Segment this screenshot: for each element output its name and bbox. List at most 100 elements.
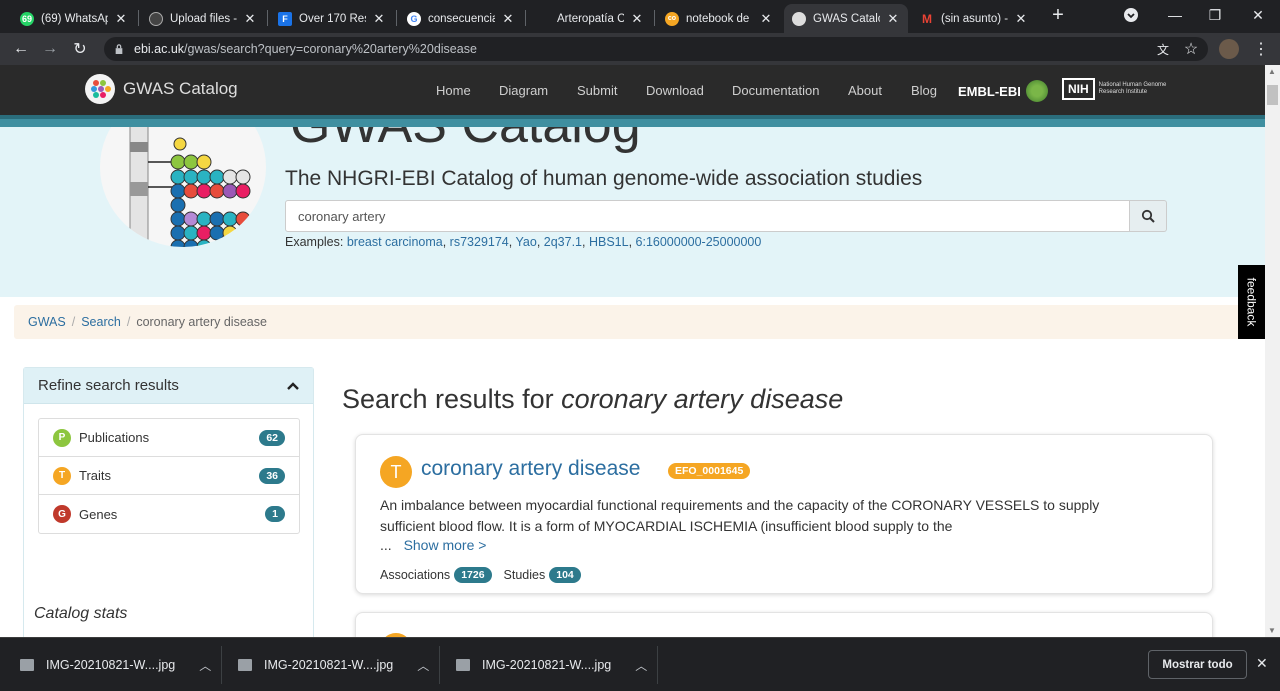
- show-more-row: ... Show more >: [380, 537, 486, 553]
- tab-arteropatia[interactable]: Arteropatía C ✕: [528, 4, 652, 33]
- search-button[interactable]: [1130, 200, 1167, 232]
- facet-label: Publications: [79, 430, 150, 445]
- image-file-icon: [20, 659, 34, 671]
- nav-blog[interactable]: Blog: [911, 83, 937, 98]
- nav-download[interactable]: Download: [646, 83, 704, 98]
- chevron-up-icon[interactable]: ︿: [417, 657, 429, 674]
- tab-colab[interactable]: co notebook de ✕: [657, 4, 781, 33]
- close-icon[interactable]: ✕: [630, 11, 644, 27]
- nih-logo: NIH: [1062, 78, 1095, 100]
- close-icon[interactable]: ✕: [886, 11, 900, 27]
- restore-icon[interactable]: ❐: [1195, 0, 1235, 30]
- download-filename: IMG-20210821-W....jpg: [46, 658, 176, 672]
- nav-documentation[interactable]: Documentation: [732, 83, 819, 98]
- facet-count: 36: [259, 467, 285, 484]
- download-item[interactable]: IMG-20210821-W....jpg ︿: [238, 638, 429, 691]
- search-input[interactable]: coronary artery: [285, 200, 1130, 232]
- facet-traits[interactable]: T Traits 36: [39, 457, 299, 495]
- back-icon[interactable]: ←: [10, 38, 32, 60]
- forward-icon[interactable]: →: [39, 38, 61, 60]
- gwas-diagram-logo-icon: [100, 127, 266, 247]
- embl-ebi-link[interactable]: EMBL-EBI: [958, 80, 1048, 102]
- example-link[interactable]: breast carcinoma: [347, 235, 443, 249]
- download-item[interactable]: IMG-20210821-W....jpg ︿: [456, 638, 647, 691]
- chevron-up-icon[interactable]: ︿: [635, 657, 647, 674]
- minimize-icon[interactable]: —: [1155, 0, 1195, 30]
- close-icon[interactable]: ✕: [243, 11, 257, 27]
- nih-institute-name: National Human Genome Research Institute: [1098, 82, 1167, 95]
- image-file-icon: [456, 659, 470, 671]
- nav-submit[interactable]: Submit: [577, 83, 617, 98]
- brand-link[interactable]: GWAS Catalog: [85, 74, 238, 104]
- search-form: coronary artery: [285, 200, 1167, 232]
- efo-id-badge[interactable]: EFO_0001645: [668, 463, 751, 479]
- tab-title: (sin asunto) -: [941, 12, 1008, 25]
- bookmark-star-icon[interactable]: ☆: [1180, 38, 1202, 60]
- nih-link[interactable]: NIH National Human Genome Research Insti…: [1062, 78, 1179, 100]
- show-all-button[interactable]: Mostrar todo: [1148, 650, 1247, 679]
- scroll-thumb[interactable]: [1267, 85, 1278, 105]
- download-item[interactable]: IMG-20210821-W....jpg ︿: [20, 638, 211, 691]
- window-close-icon[interactable]: ✕: [1238, 0, 1278, 30]
- show-more-link[interactable]: Show more >: [404, 537, 487, 553]
- example-link[interactable]: 6:16000000-25000000: [636, 235, 762, 249]
- tab-github[interactable]: Upload files - ✕: [141, 4, 265, 33]
- hero-big-title: GWAS Catalog: [290, 127, 641, 155]
- close-icon[interactable]: ✕: [1256, 655, 1268, 672]
- chevron-up-icon[interactable]: [287, 381, 299, 390]
- example-link[interactable]: HBS1L: [589, 235, 629, 249]
- url-field[interactable]: ebi.ac.uk /gwas/search?query=coronary%20…: [104, 37, 1208, 61]
- example-link[interactable]: Yao: [515, 235, 536, 249]
- refine-panel-header[interactable]: Refine search results: [24, 368, 313, 404]
- studies-count[interactable]: 104: [549, 567, 581, 583]
- trait-badge-icon: T: [53, 466, 71, 485]
- gmail-icon: M: [922, 11, 932, 26]
- nav-diagram[interactable]: Diagram: [499, 83, 548, 98]
- lock-icon: [115, 44, 123, 54]
- feedback-tab[interactable]: feedback: [1238, 265, 1265, 339]
- catalog-stats-title: Catalog stats: [34, 605, 128, 622]
- page-icon: [536, 12, 550, 26]
- facet-label: Genes: [79, 506, 118, 522]
- page-scrollbar[interactable]: ▲ ▼: [1265, 65, 1280, 637]
- colab-icon: co: [665, 11, 679, 26]
- new-tab-button[interactable]: +: [1038, 0, 1078, 30]
- tab-gwas-catalog[interactable]: GWAS Catalo ✕: [784, 4, 908, 33]
- associations-count[interactable]: 1726: [454, 567, 492, 583]
- reload-icon[interactable]: ↻: [69, 38, 91, 60]
- facet-genes[interactable]: G Genes 1: [39, 495, 299, 533]
- close-icon[interactable]: ✕: [1014, 11, 1028, 27]
- profile-avatar[interactable]: [1218, 38, 1240, 60]
- example-link[interactable]: rs7329174: [450, 235, 509, 249]
- gene-badge-icon: G: [53, 505, 71, 523]
- example-link[interactable]: 2q37.1: [544, 235, 582, 249]
- close-icon[interactable]: ✕: [501, 11, 515, 27]
- close-icon[interactable]: ✕: [759, 11, 773, 27]
- tab-whatsapp[interactable]: 69 (69) WhatsAp ✕: [12, 4, 136, 33]
- screen: 69 (69) WhatsAp ✕ Upload files - ✕ F Ove…: [0, 0, 1280, 691]
- scroll-up-icon[interactable]: ▲: [1268, 67, 1276, 76]
- chevron-up-icon[interactable]: ︿: [199, 657, 211, 674]
- google-icon: G: [407, 11, 421, 26]
- tab-forms[interactable]: F Over 170 Resp ✕: [270, 4, 394, 33]
- tab-title: (69) WhatsAp: [41, 12, 108, 25]
- tab-search-icon[interactable]: [1111, 0, 1151, 30]
- close-icon[interactable]: ✕: [372, 11, 386, 27]
- facet-publications[interactable]: P Publications 62: [39, 419, 299, 457]
- brand-name: GWAS Catalog: [123, 79, 238, 98]
- breadcrumb-gwas[interactable]: GWAS: [28, 315, 66, 329]
- tab-title: notebook de: [686, 12, 750, 25]
- tab-title: GWAS Catalo: [813, 12, 880, 25]
- nav-about[interactable]: About: [848, 83, 882, 98]
- result-title-link[interactable]: coronary artery disease: [421, 457, 640, 481]
- breadcrumb-search[interactable]: Search: [81, 315, 121, 329]
- tab-gmail[interactable]: M (sin asunto) - ✕: [912, 4, 1036, 33]
- associations-label: Associations: [380, 568, 451, 582]
- publication-badge-icon: P: [53, 428, 71, 447]
- tab-google[interactable]: G consecuencia ✕: [399, 4, 523, 33]
- close-icon[interactable]: ✕: [114, 11, 128, 27]
- menu-kebab-icon[interactable]: ⋮: [1250, 38, 1272, 60]
- scroll-down-icon[interactable]: ▼: [1268, 626, 1276, 635]
- translate-icon[interactable]: 文: [1152, 38, 1174, 60]
- nav-home[interactable]: Home: [436, 83, 471, 98]
